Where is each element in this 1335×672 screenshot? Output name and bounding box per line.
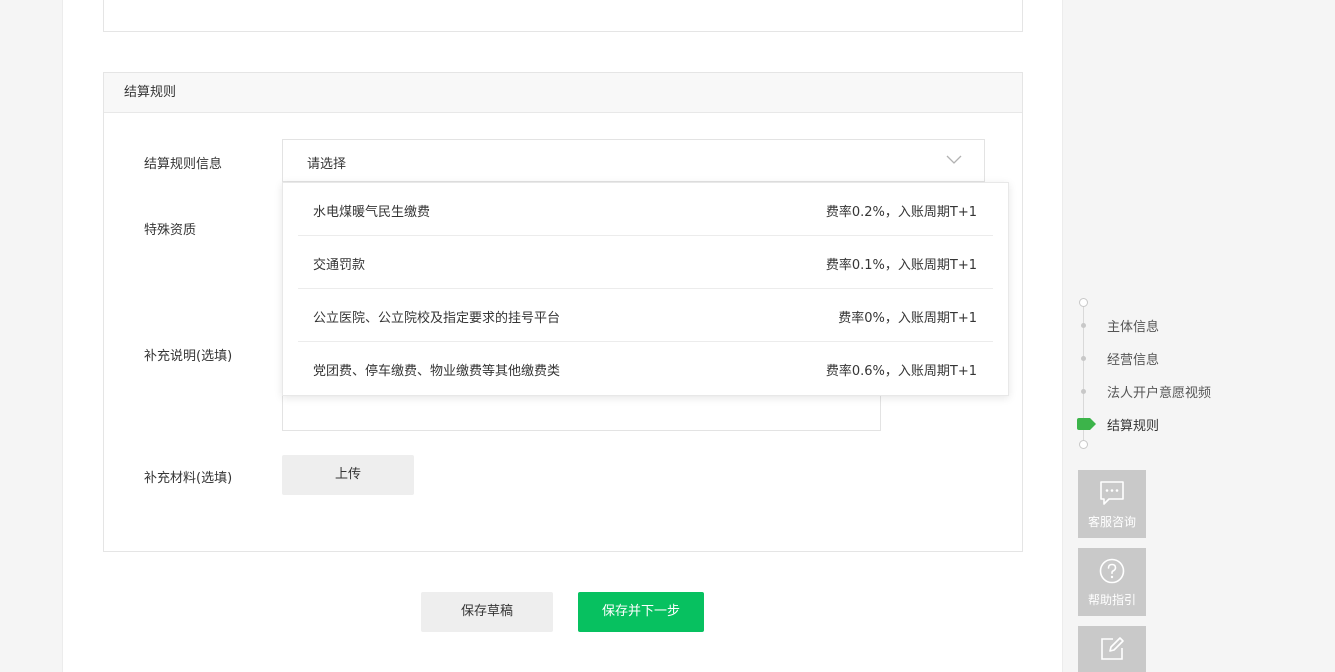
step-dot (1081, 323, 1086, 328)
step-item-main-info[interactable]: 主体信息 (1107, 316, 1159, 335)
help-guide-label: 帮助指引 (1087, 593, 1136, 607)
settlement-rule-select[interactable]: 请选择 (282, 139, 985, 182)
customer-service-label: 客服咨询 (1087, 515, 1136, 529)
settlement-rule-dropdown: 水电煤暖气民生缴费 费率0.2%，入账周期T+1 交通罚款 费率0.1%，入账周… (282, 182, 1009, 396)
question-circle-icon (1099, 558, 1125, 584)
dropdown-option[interactable]: 公立医院、公立院校及指定要求的挂号平台 费率0%，入账周期T+1 (298, 289, 993, 342)
option-name: 水电煤暖气民生缴费 (313, 205, 431, 220)
step-dot (1081, 389, 1086, 394)
special-qualification-label: 特殊资质 (144, 223, 197, 238)
help-guide-button[interactable]: 帮助指引 (1078, 548, 1146, 616)
upload-button[interactable]: 上传 (282, 455, 414, 495)
option-name: 党团费、停车缴费、物业缴费等其他缴费类 (313, 364, 561, 379)
section-title: 结算规则 (104, 73, 1022, 113)
previous-section-card (103, 0, 1023, 32)
option-name: 公立医院、公立院校及指定要求的挂号平台 (313, 311, 561, 326)
step-item-legal-video[interactable]: 法人开户意愿视频 (1107, 382, 1211, 401)
step-dot (1081, 356, 1086, 361)
option-name: 交通罚款 (313, 258, 366, 273)
supplement-note-label: 补充说明(选填) (144, 349, 233, 364)
step-item-settlement[interactable]: 结算规则 (1107, 415, 1159, 434)
save-next-button[interactable]: 保存并下一步 (578, 592, 704, 632)
customer-service-button[interactable]: 客服咨询 (1078, 470, 1146, 538)
supplement-material-label: 补充材料(选填) (144, 471, 233, 486)
step-start-dot (1079, 298, 1088, 307)
dropdown-option[interactable]: 水电煤暖气民生缴费 费率0.2%，入账周期T+1 (298, 183, 993, 236)
step-item-business-info[interactable]: 经营信息 (1107, 349, 1159, 368)
option-rate: 费率0.2%，入账周期T+1 (825, 205, 977, 220)
active-step-marker-icon (1077, 418, 1096, 430)
step-end-dot (1079, 440, 1088, 449)
option-rate: 费率0.1%，入账周期T+1 (825, 258, 977, 273)
edit-icon (1101, 637, 1124, 660)
settlement-info-label: 结算规则信息 (144, 157, 223, 172)
option-rate: 费率0.6%，入账周期T+1 (825, 364, 977, 379)
dropdown-option[interactable]: 党团费、停车缴费、物业缴费等其他缴费类 费率0.6%，入账周期T+1 (298, 342, 993, 395)
dropdown-option[interactable]: 交通罚款 费率0.1%，入账周期T+1 (298, 236, 993, 289)
progress-steps: 主体信息 经营信息 法人开户意愿视频 结算规则 (1077, 296, 1277, 456)
option-rate: 费率0%，入账周期T+1 (838, 311, 977, 326)
chat-bubble-icon (1100, 481, 1124, 505)
save-draft-button[interactable]: 保存草稿 (421, 592, 553, 632)
edit-feedback-button[interactable] (1078, 626, 1146, 672)
chevron-down-icon (946, 155, 962, 164)
select-placeholder: 请选择 (307, 157, 347, 172)
